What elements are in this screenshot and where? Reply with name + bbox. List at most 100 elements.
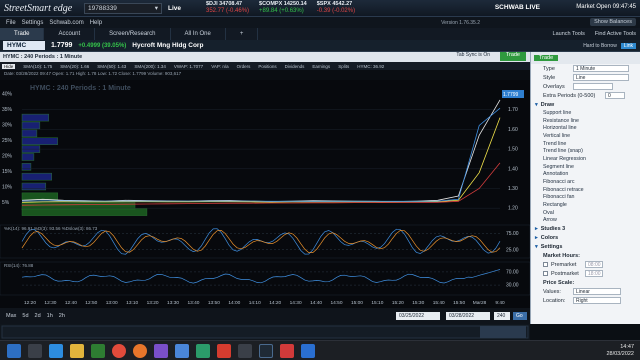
range-1h[interactable]: 1h (47, 313, 53, 319)
menu-help[interactable]: Help (90, 20, 102, 26)
draw-tool-horizontal-line[interactable]: Horizontal line (531, 124, 640, 132)
overlay-orders[interactable]: Orders (237, 64, 251, 69)
menu-settings[interactable]: Settings (22, 20, 44, 26)
studies-section-header[interactable]: ▸ Studies 3 (531, 224, 640, 233)
chrome-icon[interactable] (112, 343, 126, 358)
overlays-select[interactable] (573, 83, 613, 90)
price-chart[interactable]: 1.20 1.30 1.40 1.50 1.60 1.70 5% 10% 15% 20% 25% 30… (0, 80, 530, 308)
app-icon[interactable] (280, 343, 294, 358)
panel-trade-button[interactable]: Trade (534, 55, 559, 61)
study-sma50[interactable]: SMA(50): 1.43 (97, 64, 126, 69)
colors-section-header[interactable]: ▸ Colors (531, 233, 640, 242)
draw-tool-fibonacci-fan[interactable]: Fibonacci fan (531, 194, 640, 202)
trade-button[interactable]: Trade (499, 52, 526, 61)
premarket-checkbox[interactable] (543, 262, 548, 268)
x-tick-label: 12:20 (24, 300, 36, 306)
navigator-handle[interactable] (480, 326, 526, 338)
draw-tool-resistance-line[interactable]: Resistance line (531, 117, 640, 125)
vap-bar (21, 153, 35, 161)
compare-symbol[interactable]: HYMC: 36.92 (357, 64, 384, 69)
symbol-input[interactable]: HYMC (3, 41, 45, 50)
draw-tool-arrow[interactable]: Arrow (531, 217, 640, 225)
type-select[interactable]: 1 Minute (573, 65, 629, 72)
study-sma10[interactable]: SMA(10): 1.75 (23, 64, 52, 69)
draw-tool-annotation[interactable]: Annotation (531, 171, 640, 179)
extra-periods-input[interactable]: 0 (605, 92, 625, 99)
tab-all-in-one[interactable]: All In One (171, 28, 226, 40)
draw-tool-fibonacci-arc[interactable]: Fibonacci arc (531, 178, 640, 186)
study-vwap[interactable]: VWAP: 1.7077 (174, 64, 203, 69)
overlay-splits[interactable]: Splits (338, 64, 349, 69)
draw-tool-segment-line[interactable]: Segment line (531, 163, 640, 171)
app-icon[interactable] (238, 343, 252, 358)
edge-browser-icon[interactable] (49, 343, 63, 358)
overlay-positions[interactable]: Positions (258, 64, 276, 69)
periods-input[interactable]: 240 (494, 312, 510, 320)
chevron-right-icon: ▸ (535, 225, 538, 232)
tab-screen-research[interactable]: Screen/Research (95, 28, 171, 40)
firefox-icon[interactable] (133, 343, 147, 358)
draw-tool-support-line[interactable]: Support line (531, 109, 640, 117)
file-explorer-icon[interactable] (70, 343, 84, 358)
start-icon[interactable] (7, 343, 21, 358)
start-date-input[interactable]: 03/25/2022 (396, 312, 440, 320)
search-icon[interactable] (28, 343, 42, 358)
postmarket-checkbox[interactable] (543, 271, 548, 277)
style-select[interactable]: Line (573, 74, 629, 81)
visual-studio-icon[interactable] (154, 343, 168, 358)
index-compx[interactable]: $COMPX 14250.14 +89.84 (+0.63%) (259, 1, 307, 15)
range-2d[interactable]: 2d (35, 313, 41, 319)
show-balances-button[interactable]: Show Balances (590, 18, 636, 26)
menu-schwab[interactable]: Schwab.com (49, 20, 83, 26)
draw-tool-vertical-line[interactable]: Vertical line (531, 132, 640, 140)
range-max[interactable]: Max (6, 313, 16, 319)
hide-button[interactable]: Hide (2, 63, 16, 69)
find-active-tools-button[interactable]: Find Active Tools (595, 31, 636, 37)
study-sma200[interactable]: SMA(200): 1.34 (134, 64, 166, 69)
overlay-dividends[interactable]: Dividends (285, 64, 305, 69)
postmarket-time[interactable]: 18:00 (585, 270, 603, 278)
mail-icon[interactable] (175, 343, 189, 358)
location-select[interactable]: Right (573, 297, 621, 305)
streetsmart-edge-icon[interactable] (259, 343, 273, 358)
store-icon[interactable] (196, 343, 210, 358)
office-icon[interactable] (217, 343, 231, 358)
draw-tool-trend-line[interactable]: Trend line (531, 140, 640, 148)
chart-navigator[interactable] (0, 324, 530, 340)
study-vap[interactable]: VAP: n/a (211, 64, 228, 69)
draw-tool-rectangle[interactable]: Rectangle (531, 201, 640, 209)
launch-tools-button[interactable]: Launch Tools (553, 31, 585, 37)
tab-trade[interactable]: Trade (0, 28, 45, 40)
account-selector[interactable]: 19788339 ▾ (84, 2, 162, 14)
end-date-input[interactable]: 03/28/2022 (446, 312, 490, 320)
range-5d[interactable]: 5d (22, 313, 28, 319)
draw-tool-oval[interactable]: Oval (531, 209, 640, 217)
draw-tool-trend-line-snap[interactable]: Trend line (snap) (531, 147, 640, 155)
market-time: 09:47:45 (612, 4, 636, 10)
vap-percent-tick: 15% (2, 169, 13, 175)
tab-sync-toggle[interactable]: Tab Sync is On (456, 52, 490, 58)
system-clock[interactable]: 14:47 28/03/2022 (606, 344, 634, 358)
menu-file[interactable]: File (6, 20, 16, 26)
draw-section-header[interactable]: ▾ Draw (531, 100, 640, 109)
tab-account[interactable]: Account (44, 28, 96, 40)
app-icon[interactable] (301, 343, 315, 358)
premarket-time[interactable]: 08:00 (585, 261, 603, 269)
range-2h[interactable]: 2h (59, 313, 65, 319)
tab-add[interactable]: + (226, 28, 259, 40)
values-select[interactable]: Linear (573, 288, 621, 296)
excel-icon[interactable] (91, 343, 105, 358)
link-button[interactable]: Link (620, 42, 636, 49)
settings-section-header[interactable]: ▾ Settings (531, 242, 640, 251)
draw-tool-linear-regression[interactable]: Linear Regression (531, 155, 640, 163)
index-spx[interactable]: $SPX 4542.27 -0.39 (-0.02%) (317, 1, 355, 15)
type-label: Type (543, 65, 555, 72)
index-dji[interactable]: $DJI 34708.47 352.77 (-0.46%) (206, 1, 249, 15)
overlay-earnings[interactable]: Earnings (312, 64, 330, 69)
draw-tool-fibonacci-retrace[interactable]: Fibonacci retrace (531, 186, 640, 194)
x-tick-label: 15:40 (433, 300, 445, 306)
study-sma20[interactable]: SMA(20): 1.66 (60, 64, 89, 69)
draw-label: Draw (540, 101, 555, 108)
go-button[interactable]: Go (513, 312, 527, 320)
extra-periods-label: Extra Periods (0-500) (543, 92, 596, 99)
